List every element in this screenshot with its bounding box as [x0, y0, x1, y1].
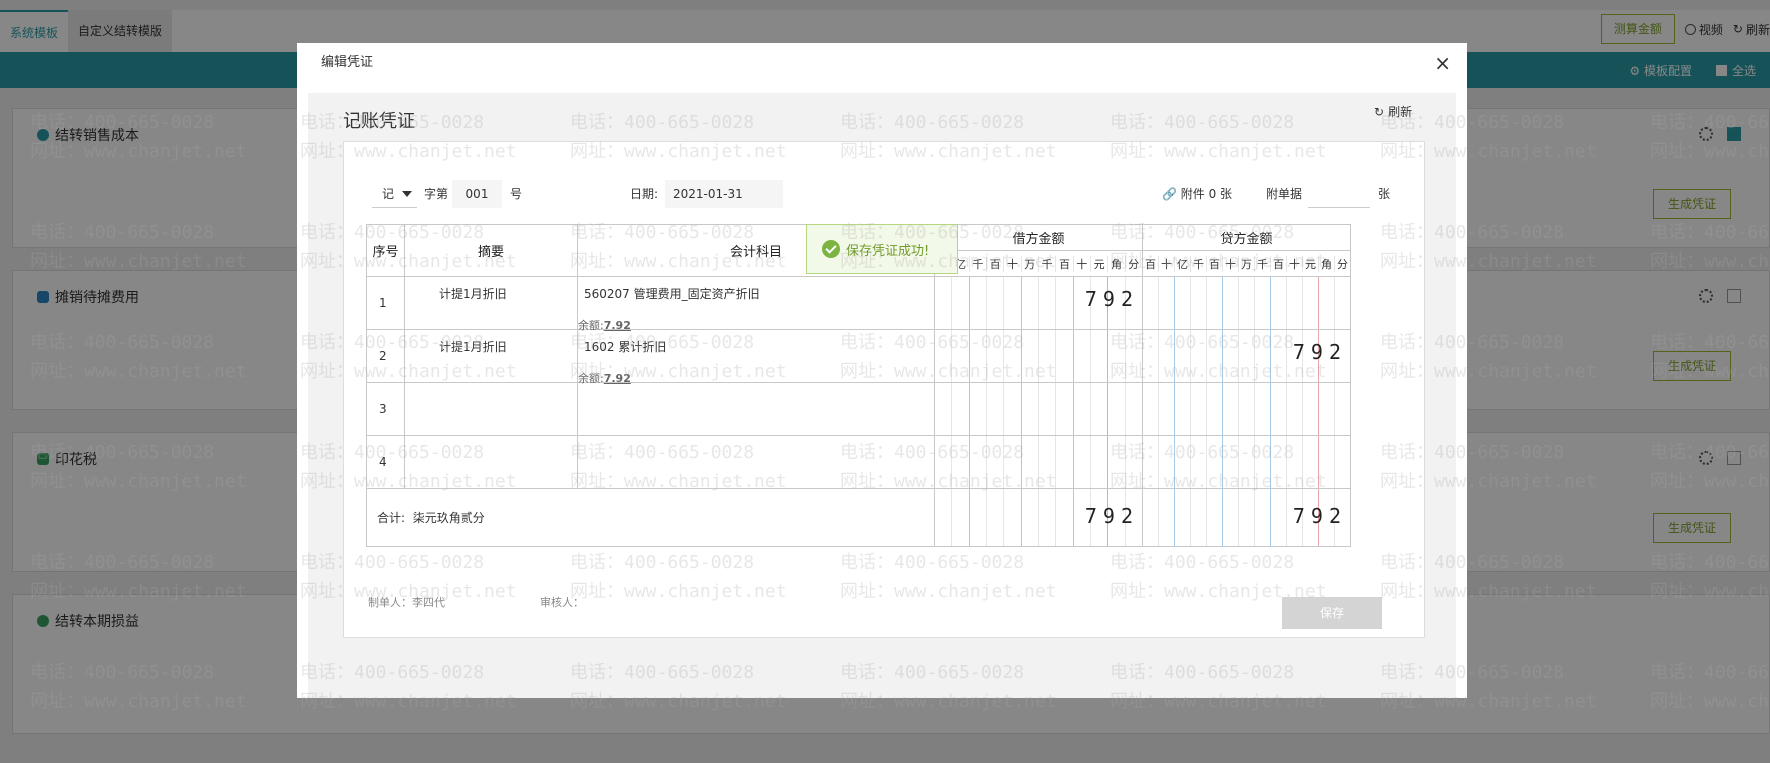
- row-seq: 1: [366, 276, 405, 330]
- row-credit[interactable]: [1142, 382, 1351, 436]
- row-debit[interactable]: [934, 435, 1143, 489]
- edit-voucher-dialog: 编辑凭证 × 记账凭证 ↻ 刷新 记 字第 001 号 日期: 2021-01-3…: [297, 43, 1467, 698]
- debit-digit-header: 千亿千百十万千百十元角分: [934, 250, 1143, 277]
- chevron-down-icon: [402, 191, 412, 197]
- total-row: 合计: 柒元玖角贰分 792 792: [366, 488, 1351, 547]
- digit-unit-label: 十: [1287, 255, 1303, 272]
- row-seq: 2: [366, 329, 405, 383]
- save-button[interactable]: 保存: [1282, 597, 1382, 629]
- close-icon[interactable]: ×: [1434, 43, 1451, 83]
- digit-unit-label: 十: [1223, 255, 1239, 272]
- digit-unit-label: 百: [1271, 255, 1287, 272]
- digit-unit-label: 千: [970, 255, 987, 272]
- dialog-header: 编辑凭证 ×: [297, 43, 1467, 83]
- row-subject[interactable]: [577, 435, 935, 489]
- row-seq: 3: [366, 382, 405, 436]
- attach-unit-label: 张: [1378, 187, 1391, 201]
- row-subject[interactable]: [577, 382, 935, 436]
- voucher-title: 记账凭证: [343, 111, 415, 132]
- digit-unit-label: 百: [1143, 255, 1159, 272]
- number-prefix-label: 字第: [424, 187, 449, 201]
- header-debit: 借方金额: [934, 224, 1143, 251]
- row-credit[interactable]: [1142, 435, 1351, 489]
- attach-doc-label: 附单据: [1266, 187, 1303, 201]
- attachment-link[interactable]: 🔗 附件 0 张: [1162, 180, 1232, 208]
- success-toast: 保存凭证成功!: [806, 224, 958, 274]
- voucher-type-select[interactable]: 记: [372, 180, 417, 208]
- digit-unit-label: 十: [1159, 255, 1175, 272]
- refresh-icon: ↻: [1374, 104, 1385, 119]
- attach-doc-input[interactable]: [1308, 180, 1370, 208]
- digit-unit-label: 千: [1255, 255, 1271, 272]
- digit-unit-label: 千: [1039, 255, 1057, 272]
- voucher-type-value: 记: [382, 187, 395, 201]
- table-row: 4: [366, 435, 1351, 489]
- digit-unit-label: 角: [1108, 255, 1126, 272]
- row-debit[interactable]: [934, 329, 1143, 383]
- header-credit: 贷方金额: [1142, 224, 1351, 251]
- digit-unit-label: 百: [1056, 255, 1074, 272]
- digit-unit-label: 万: [1239, 255, 1255, 272]
- row-debit-value: 792: [1084, 287, 1139, 311]
- table-row: 1 计提1月折旧 560207 管理费用_固定资产折旧 余额:7.92 792: [366, 276, 1351, 332]
- total-label: 合计:: [377, 511, 406, 525]
- voucher-paper: 记 字第 001 号 日期: 2021-01-31 🔗 附件 0 张 附单据 张…: [343, 141, 1425, 638]
- row-subject-text: 1602 累计折旧: [584, 340, 667, 354]
- row-summary[interactable]: 计提1月折旧: [404, 329, 578, 383]
- digit-unit-label: 百: [1207, 255, 1223, 272]
- total-credit-cell: 792: [1142, 488, 1351, 547]
- attachment-text: 附件 0 张: [1180, 187, 1233, 201]
- row-subject[interactable]: 1602 累计折旧 余额:7.92: [577, 329, 935, 385]
- voucher-refresh-link[interactable]: ↻ 刷新: [1374, 103, 1412, 120]
- row-debit[interactable]: [934, 382, 1143, 436]
- refresh-label: 刷新: [1388, 105, 1413, 119]
- credit-digit-header: 百十亿千百十万千百十元角分: [1142, 250, 1351, 277]
- maker-label: 制单人：李四代: [368, 596, 445, 609]
- header-seq: 序号: [366, 224, 405, 277]
- digit-unit-label: 元: [1303, 255, 1319, 272]
- row-summary[interactable]: 计提1月折旧: [404, 276, 578, 330]
- digit-unit-label: 十: [1004, 255, 1022, 272]
- digit-unit-label: 元: [1091, 255, 1109, 272]
- dialog-title: 编辑凭证: [321, 55, 374, 70]
- table-row: 3: [366, 382, 1351, 436]
- total-credit-value: 792: [1292, 504, 1347, 528]
- row-summary[interactable]: [404, 435, 578, 489]
- row-credit[interactable]: [1142, 276, 1351, 330]
- check-circle-icon: [822, 240, 840, 258]
- total-label-cell: 合计: 柒元玖角贰分: [366, 488, 935, 547]
- digit-unit-label: 十: [1074, 255, 1091, 272]
- digit-unit-label: 千: [1191, 255, 1207, 272]
- header-summary: 摘要: [404, 224, 578, 277]
- toast-message: 保存凭证成功!: [846, 243, 930, 259]
- total-words: 柒元玖角贰分: [412, 511, 485, 525]
- table-row: 2 计提1月折旧 1602 累计折旧 余额:7.92 792: [366, 329, 1351, 385]
- voucher-meta-row: 记 字第 001 号 日期: 2021-01-31 🔗 附件 0 张 附单据 张: [372, 180, 1402, 208]
- digit-unit-label: 分: [1337, 257, 1348, 271]
- total-debit-value: 792: [1084, 504, 1139, 528]
- date-input[interactable]: 2021-01-31: [665, 180, 783, 208]
- digit-unit-label: 百: [987, 255, 1005, 272]
- digit-unit-label: 角: [1319, 255, 1335, 272]
- total-debit-cell: 792: [934, 488, 1143, 547]
- row-credit[interactable]: 792: [1142, 329, 1351, 383]
- row-summary[interactable]: [404, 382, 578, 436]
- dialog-body: 记账凭证 ↻ 刷新 记 字第 001 号 日期: 2021-01-31 🔗 附件 …: [308, 93, 1456, 698]
- number-suffix-label: 号: [510, 187, 523, 201]
- row-credit-value: 792: [1292, 340, 1347, 364]
- row-debit[interactable]: 792: [934, 276, 1143, 330]
- digit-unit-label: 万: [1022, 255, 1039, 272]
- row-subject[interactable]: 560207 管理费用_固定资产折旧 余额:7.92: [577, 276, 935, 332]
- digit-unit-label: 分: [1128, 257, 1140, 271]
- date-label: 日期:: [630, 187, 659, 201]
- row-subject-text: 560207 管理费用_固定资产折旧: [584, 287, 760, 301]
- row-seq: 4: [366, 435, 405, 489]
- digit-unit-label: 亿: [1175, 255, 1191, 272]
- voucher-number-input[interactable]: 001: [452, 180, 502, 208]
- auditor-label: 审核人：: [540, 596, 584, 609]
